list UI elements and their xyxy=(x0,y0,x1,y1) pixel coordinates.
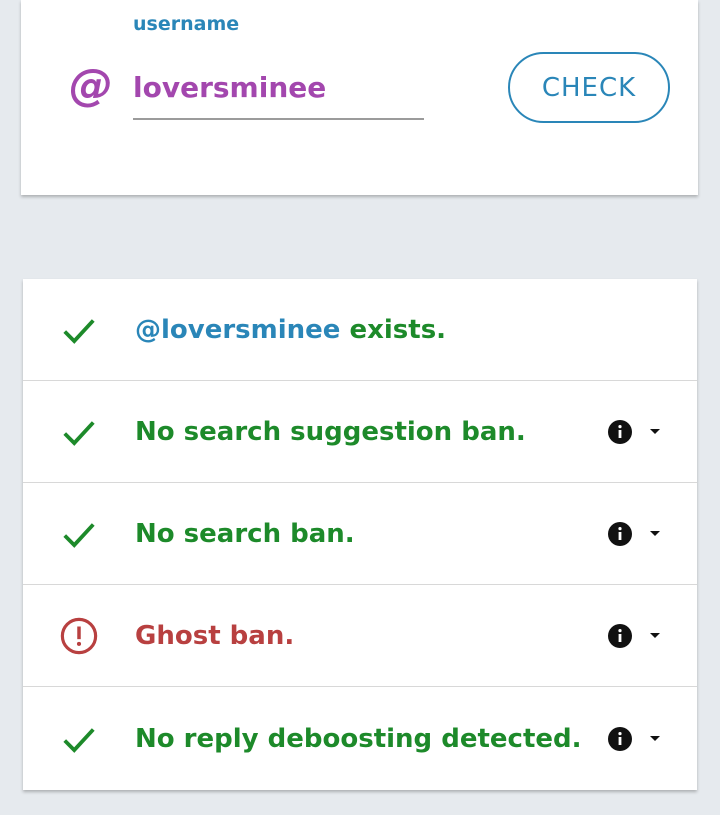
result-text-reply-deboosting: No reply deboosting detected. xyxy=(135,723,582,754)
info-icon[interactable] xyxy=(608,419,632,444)
result-text-ghost-ban: Ghost ban. xyxy=(135,620,295,651)
chevron-down-icon[interactable] xyxy=(647,628,663,644)
result-row-ghost-ban: Ghost ban. xyxy=(23,585,697,687)
result-text-search-suggestion-ban: No search suggestion ban. xyxy=(135,416,526,447)
result-handle: @loversminee xyxy=(135,314,341,345)
info-icon[interactable] xyxy=(608,726,632,751)
check-icon xyxy=(63,318,95,344)
check-button[interactable]: CHECK xyxy=(508,52,670,123)
username-label: username xyxy=(133,13,240,35)
username-input[interactable] xyxy=(133,56,424,120)
result-text-search-ban: No search ban. xyxy=(135,518,355,549)
chevron-down-icon[interactable] xyxy=(647,424,663,440)
info-icon[interactable] xyxy=(608,623,632,648)
info-icon[interactable] xyxy=(608,521,632,546)
check-icon xyxy=(63,727,95,753)
result-row-reply-deboosting: No reply deboosting detected. xyxy=(23,687,697,790)
result-text-suffix: exists. xyxy=(340,314,447,345)
results-list: @loversminee exists. No search suggestio… xyxy=(23,279,697,790)
alert-circle-icon xyxy=(60,617,98,654)
result-row-search-ban: No search ban. xyxy=(23,483,697,585)
check-icon xyxy=(63,522,95,548)
at-icon: @ xyxy=(69,60,113,111)
result-text-exists: @loversminee exists. xyxy=(135,315,446,345)
check-icon xyxy=(63,420,95,446)
chevron-down-icon[interactable] xyxy=(647,731,663,747)
result-row-search-suggestion-ban: No search suggestion ban. xyxy=(23,381,697,483)
username-card: username @ CHECK xyxy=(21,0,698,195)
chevron-down-icon[interactable] xyxy=(647,526,663,542)
result-row-exists: @loversminee exists. xyxy=(23,279,697,381)
